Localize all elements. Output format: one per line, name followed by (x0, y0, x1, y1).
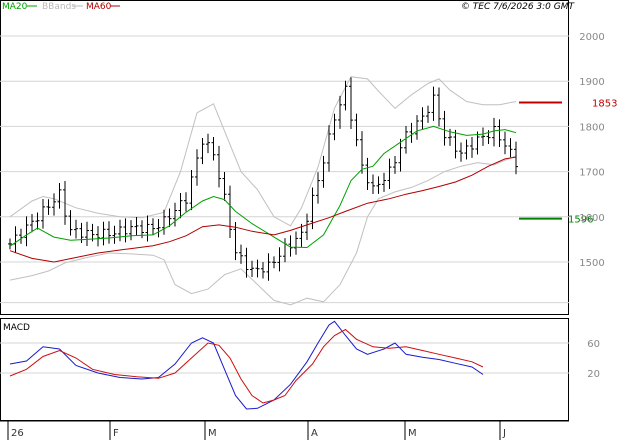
macd-line (9, 320, 484, 410)
level-label: 1853 (592, 98, 617, 109)
price-y-tick: 1700 (579, 168, 604, 179)
copyright-text: © TEC 7/6/2026 3:0 GMT (461, 2, 576, 12)
price-y-tick: 1600 (579, 213, 604, 224)
macd-panel-frame (0, 318, 569, 421)
x-tick-label: M (408, 428, 417, 439)
ma20-line (9, 125, 517, 249)
price-y-tick: 1800 (579, 122, 604, 133)
x-tick-label: M (208, 428, 217, 439)
x-tick-label: 26 (11, 428, 24, 439)
price-y-tick: 2000 (579, 32, 604, 43)
ma60-line (9, 156, 517, 263)
price-y-tick: 1500 (579, 258, 604, 269)
x-tick-label: J (502, 428, 506, 439)
macd-y-tick: 20 (587, 369, 600, 380)
bbands-line (9, 76, 517, 227)
price-panel-frame (0, 0, 569, 315)
macd-y-tick: 60 (587, 339, 600, 350)
signal-line (9, 328, 484, 404)
legend-bbands: BBands (42, 2, 76, 12)
chart-container: 1853 1596 2000 1900 1800 1700 1600 1500 60 20 26… (0, 0, 627, 440)
macd-label: MACD (3, 323, 30, 333)
price-y-tick: 1900 (579, 77, 604, 88)
x-tick-label: A (311, 428, 318, 439)
price-chart: 18531596 2000190018001700160015006020 26… (0, 0, 617, 440)
legend-ma60: MA60 (86, 2, 112, 12)
x-tick-label: F (113, 428, 119, 439)
legend-ma20: MA20 (2, 2, 28, 12)
